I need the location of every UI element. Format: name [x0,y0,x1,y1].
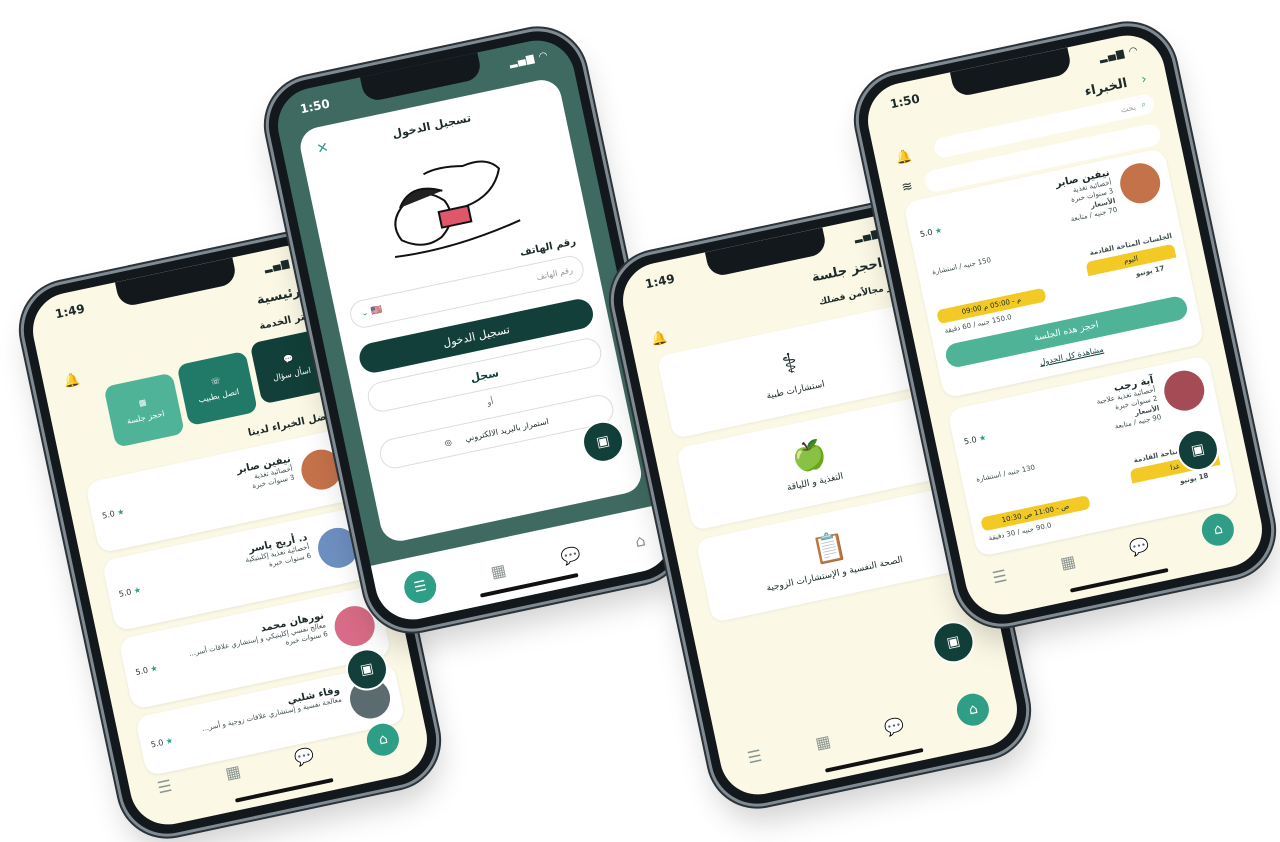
country-select[interactable]: 🇺🇸 ⌄ [360,305,383,319]
chat-icon[interactable]: 💬 [1127,535,1150,558]
notch [704,227,828,278]
home-icon[interactable]: ⌂ [954,690,993,729]
calendar-icon: ▦ [137,397,148,408]
chat-icon: 💬 [282,354,295,365]
star-icon: ★ [978,432,988,444]
status-icons: ▂▄▆ ◠ [508,49,550,69]
status-time: 1:50 [888,91,922,112]
email-button-label: استمرار بالبريد الالكتروني [464,416,550,443]
rating: 5.0 ★ [150,735,174,750]
bell-icon[interactable]: 🔔 [650,330,669,348]
session-date: 17 يونيو [1135,264,1166,279]
calendar-icon[interactable]: ▦ [489,560,508,582]
calendar-icon[interactable]: ▦ [223,761,242,783]
star-icon: ★ [116,507,126,518]
search-placeholder: بحث [1119,102,1137,115]
avatar [1116,159,1164,207]
notch [949,47,1073,98]
session-date: 18 يونيو [1179,471,1210,486]
chat-icon[interactable]: 💬 [292,745,315,768]
calendar-icon[interactable]: ▦ [1058,551,1077,573]
mail-icon: ◎ [443,436,453,448]
filter-icon[interactable]: ≋ [900,179,914,196]
bell-icon[interactable]: 🔔 [62,372,81,390]
phone-icon: ☏ [209,375,222,387]
home-icon[interactable]: ⌂ [364,720,403,759]
star-icon: ★ [132,585,142,596]
book-session-button[interactable]: ▦ احجز جلسة [103,372,185,448]
stethoscope-icon: ⚕ [779,345,801,381]
rating: 5.0 ★ [101,507,126,521]
price-consult: 130 جنيه / استشارة [975,463,1036,484]
chevron-down-icon: ⌄ [360,307,370,320]
menu-icon[interactable]: ☰ [991,565,1009,587]
support-chat-button[interactable]: ▣ [928,617,979,668]
domain-medical-label: استشارات طبية [765,379,826,402]
page-title: الخبراء [1083,75,1129,100]
call-doctor-label: اتصل بطبيب [197,387,241,405]
chat-icon[interactable]: 💬 [882,715,905,738]
clipboard-icon: 📋 [808,527,850,567]
login-title: تسجيل الدخول [391,111,473,141]
notch [114,257,238,308]
rating: 5.0 ★ [963,432,988,447]
bell-icon[interactable]: 🔔 [894,148,913,166]
home-icon[interactable]: ⌂ [1199,510,1238,549]
phone-placeholder: رقم الهاتف [535,264,574,282]
star-icon: ★ [149,663,159,674]
star-icon: ★ [164,735,174,747]
rating: 5.0 ★ [919,225,943,240]
menu-icon[interactable]: ☰ [746,745,764,767]
status-time: 1:49 [643,271,677,292]
login-sheet: ✕ تسجيل الدخول رقم الهاتف رقم الهاتف 🇺🇸 … [296,76,645,545]
avatar [1160,366,1208,415]
call-doctor-button[interactable]: ☏ اتصل بطبيب [176,350,258,427]
back-icon[interactable]: › [1140,72,1148,88]
page-title: احجز جلسة [810,255,884,286]
star-icon: ★ [934,225,943,236]
calendar-icon[interactable]: ▦ [813,731,832,753]
status-icons: ▂▄▆ ◠ [1098,44,1140,64]
illustration [394,160,521,259]
search-icon: ⌕ [1140,99,1147,110]
apple-icon: 🍏 [788,435,830,475]
price-consult: 150 جنيه / استشارة [931,256,992,277]
avatar [330,602,379,650]
menu-icon[interactable]: ☰ [401,568,440,606]
rating: 5.0 ★ [117,585,142,599]
menu-icon[interactable]: ☰ [156,775,174,797]
rating: 5.0 ★ [134,663,159,678]
tab-bar: ☰ ▦ 💬 ⌂ [716,678,1021,786]
book-session-label: احجز جلسة [126,409,166,426]
home-icon[interactable]: ⌂ [633,530,647,551]
ask-question-label: اسأل سؤال [272,365,312,383]
chat-icon[interactable]: 💬 [559,544,582,567]
status-time: 1:50 [298,96,332,117]
status-time: 1:49 [53,301,87,322]
